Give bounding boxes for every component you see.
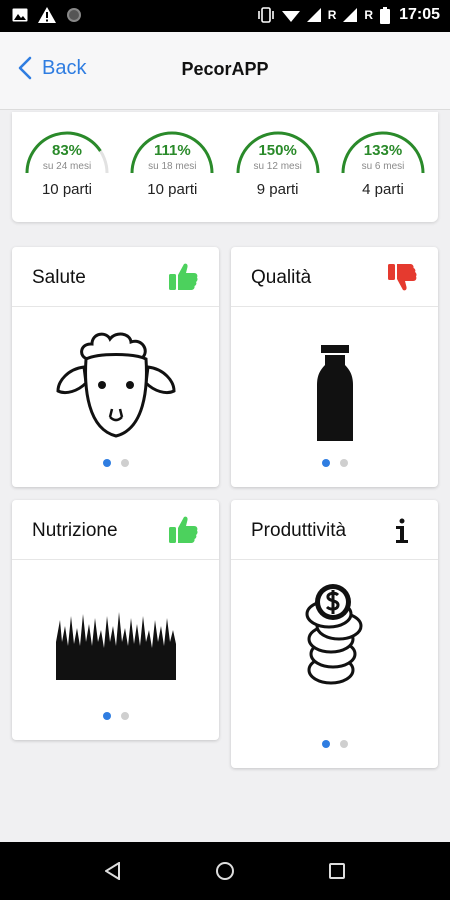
gauge-percent: 150% [258, 142, 297, 159]
tile-nutrition[interactable]: Nutrizione [12, 500, 219, 740]
tile-title: Qualità [251, 267, 312, 288]
nav-recents-button[interactable] [322, 856, 352, 886]
gauge-percent: 111% [153, 142, 191, 159]
page-dot [339, 459, 348, 467]
tile-title: Nutrizione [32, 520, 118, 541]
signal-icon-2 [343, 8, 358, 22]
gauge-18-months: 111% su 18 mesi 10 parti [127, 126, 217, 206]
gauge-percent: 133% [363, 142, 403, 159]
page-dot [321, 740, 330, 748]
status-bar: R R 17:05 [0, 0, 450, 32]
signal-icon-1 [306, 8, 321, 22]
tile-health[interactable]: Salute [12, 247, 219, 487]
milk-bottle-icon [316, 345, 353, 441]
page-dot [102, 712, 111, 720]
system-nav-bar [0, 842, 450, 900]
tile-art [231, 582, 438, 686]
tile-header: Nutrizione [12, 500, 219, 560]
coins-icon [305, 584, 362, 685]
page-dot [102, 459, 111, 467]
wifi-icon [281, 10, 300, 22]
tile-art [12, 329, 219, 441]
gauge-12-months: 150% su 12 mesi 9 parti [233, 126, 323, 206]
page-dot [321, 459, 330, 467]
thumbs-down-icon [388, 264, 417, 291]
vibrate-icon [257, 7, 274, 23]
warning-icon [38, 7, 56, 23]
gauge-24-months: 83% su 24 mesi 10 parti [22, 126, 112, 206]
gauge-births: 10 parti [41, 181, 93, 198]
gauge-percent: 83% [51, 142, 83, 159]
clock: 17:05 [399, 6, 440, 23]
record-icon [67, 8, 81, 22]
page-indicator [12, 459, 219, 467]
tile-title: Salute [32, 267, 86, 288]
battery-icon [380, 6, 391, 24]
gauge-period: su 12 mesi [253, 161, 302, 172]
page-dot [339, 740, 348, 748]
info-icon[interactable] [386, 514, 418, 546]
tile-art [12, 612, 219, 680]
roaming-indicator-1: R [327, 8, 337, 22]
page-indicator [12, 712, 219, 720]
thumbs-up-icon [169, 516, 198, 543]
gauge-period: su 18 mesi [148, 161, 197, 172]
tile-header: Qualità [231, 247, 438, 307]
nav-home-button[interactable] [210, 856, 240, 886]
nav-header: Back PecorAPP [0, 32, 450, 110]
page-title: PecorAPP [181, 59, 269, 79]
nav-back-button[interactable] [98, 856, 128, 886]
gauge-6-months: 133% su 6 mesi 4 parti [338, 126, 428, 206]
births-summary-card: 83% su 24 mesi 10 parti 111% su 18 mesi … [12, 112, 438, 222]
tile-quality[interactable]: Qualità [231, 247, 438, 487]
thumbs-up-icon [169, 263, 198, 290]
page-dot [120, 459, 129, 467]
gauge-period: su 24 mesi [42, 161, 92, 172]
gauge-period: su 6 mesi [361, 161, 405, 172]
tile-header: Produttività [231, 500, 438, 560]
gauge-births: 9 parti [256, 181, 299, 198]
square-recents-icon [329, 863, 345, 879]
page-indicator [231, 740, 438, 748]
triangle-back-icon [105, 862, 120, 880]
circle-home-icon [216, 862, 234, 880]
gauge-births: 10 parti [147, 181, 198, 198]
page-indicator [231, 459, 438, 467]
tile-title: Produttività [251, 520, 347, 541]
tile-header: Salute [12, 247, 219, 307]
tile-art [231, 345, 438, 441]
roaming-indicator-2: R [364, 8, 374, 22]
image-icon [12, 8, 28, 22]
page-dot [120, 712, 129, 720]
tile-productivity[interactable]: Produttività [231, 500, 438, 768]
gauge-births: 4 parti [362, 181, 404, 198]
gauge-row: 83% su 24 mesi 10 parti 111% su 18 mesi … [22, 126, 428, 206]
grass-icon [55, 612, 176, 680]
sheep-icon [55, 332, 176, 438]
